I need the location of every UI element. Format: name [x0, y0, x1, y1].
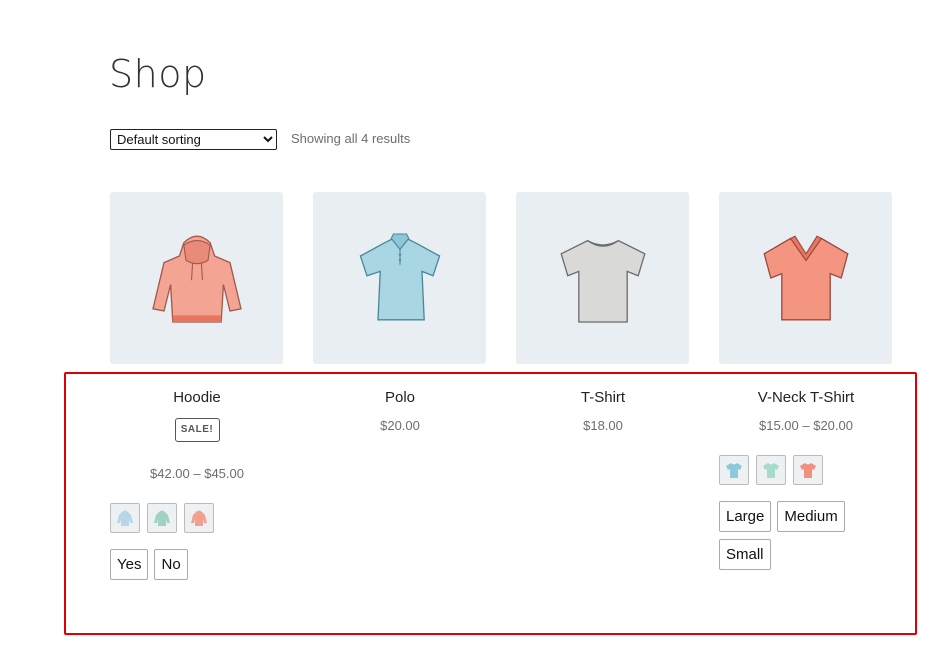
product-image-v-neck-t-shirt[interactable]	[719, 192, 892, 364]
product-image-polo[interactable]	[313, 192, 486, 364]
t-shirt-icon	[559, 239, 646, 323]
product-card-hoodie: Hoodie SALE! $42.00 – $45.00 Yes No	[110, 192, 284, 580]
color-swatches	[110, 503, 284, 533]
product-name[interactable]: Hoodie	[110, 389, 284, 406]
product-price: $42.00 – $45.00	[150, 466, 244, 481]
size-option-buttons-row-2: Small	[719, 539, 893, 570]
hoodie-red-swatch-icon	[191, 510, 207, 526]
tshirt-green-swatch-icon	[763, 463, 779, 478]
product-price: $15.00 – $20.00	[759, 418, 853, 433]
product-card-t-shirt: T-Shirt $18.00	[516, 192, 690, 433]
product-image-hoodie[interactable]	[110, 192, 283, 364]
v-neck-t-shirt-icon	[762, 235, 849, 321]
product-name[interactable]: T-Shirt	[516, 389, 690, 406]
color-swatches	[719, 455, 893, 485]
tshirt-blue-swatch[interactable]	[719, 455, 749, 485]
product-card-polo: Polo $20.00	[313, 192, 487, 433]
option-no-button[interactable]: No	[154, 549, 188, 580]
hoodie-icon	[151, 235, 242, 323]
option-small-button[interactable]: Small	[719, 539, 771, 570]
sale-badge: SALE!	[174, 418, 220, 442]
hoodie-blue-swatch-icon	[117, 510, 133, 526]
option-buttons: Yes No	[110, 549, 284, 580]
product-name[interactable]: Polo	[313, 389, 487, 406]
result-count: Showing all 4 results	[291, 131, 411, 146]
tshirt-red-swatch[interactable]	[793, 455, 823, 485]
tshirt-red-swatch-icon	[800, 463, 816, 478]
polo-shirt-icon	[359, 233, 440, 321]
tshirt-blue-swatch-icon	[726, 463, 742, 478]
option-medium-button[interactable]: Medium	[777, 501, 845, 532]
hoodie-blue-swatch[interactable]	[110, 503, 140, 533]
product-image-t-shirt[interactable]	[516, 192, 689, 364]
size-option-buttons: Large Medium	[719, 501, 893, 532]
option-yes-button[interactable]: Yes	[110, 549, 149, 580]
option-large-button[interactable]: Large	[719, 501, 772, 532]
product-price: $20.00	[380, 418, 420, 433]
product-card-v-neck-t-shirt: V-Neck T-Shirt $15.00 – $20.00 Large Med…	[719, 192, 893, 570]
hoodie-red-swatch[interactable]	[184, 503, 214, 533]
sort-select[interactable]: Default sorting	[110, 129, 277, 150]
hoodie-green-swatch-icon	[154, 510, 170, 526]
hoodie-green-swatch[interactable]	[147, 503, 177, 533]
product-price: $18.00	[583, 418, 623, 433]
product-name[interactable]: V-Neck T-Shirt	[719, 389, 893, 406]
page-title: Shop	[109, 52, 207, 96]
tshirt-green-swatch[interactable]	[756, 455, 786, 485]
